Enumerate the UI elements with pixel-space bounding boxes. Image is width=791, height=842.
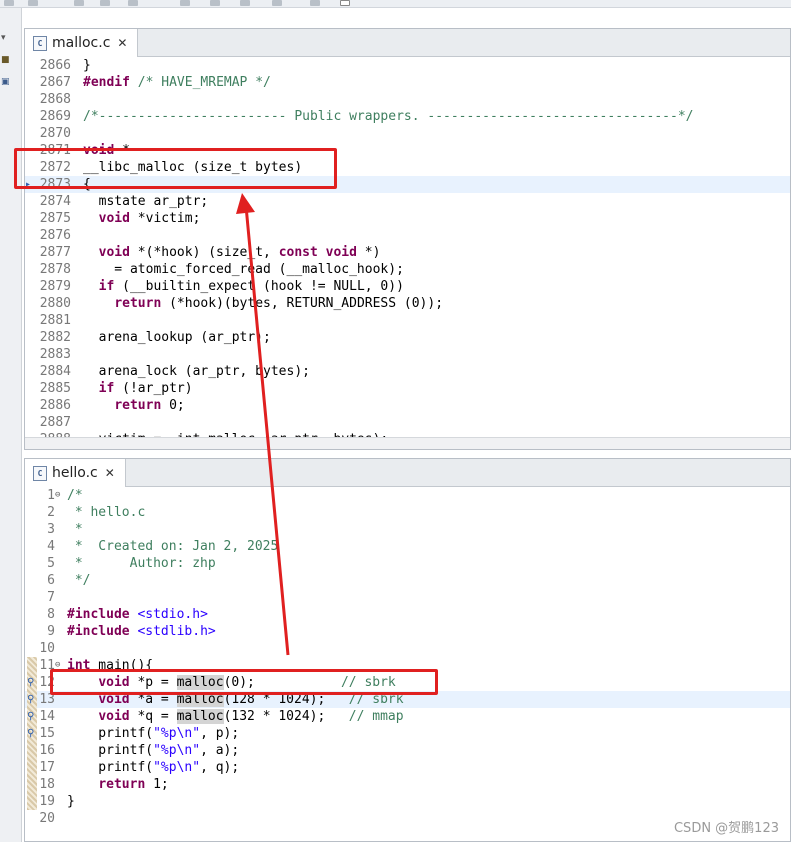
annotation-arrow: [236, 193, 290, 656]
watermark: CSDN @贺鹏123: [673, 821, 779, 836]
